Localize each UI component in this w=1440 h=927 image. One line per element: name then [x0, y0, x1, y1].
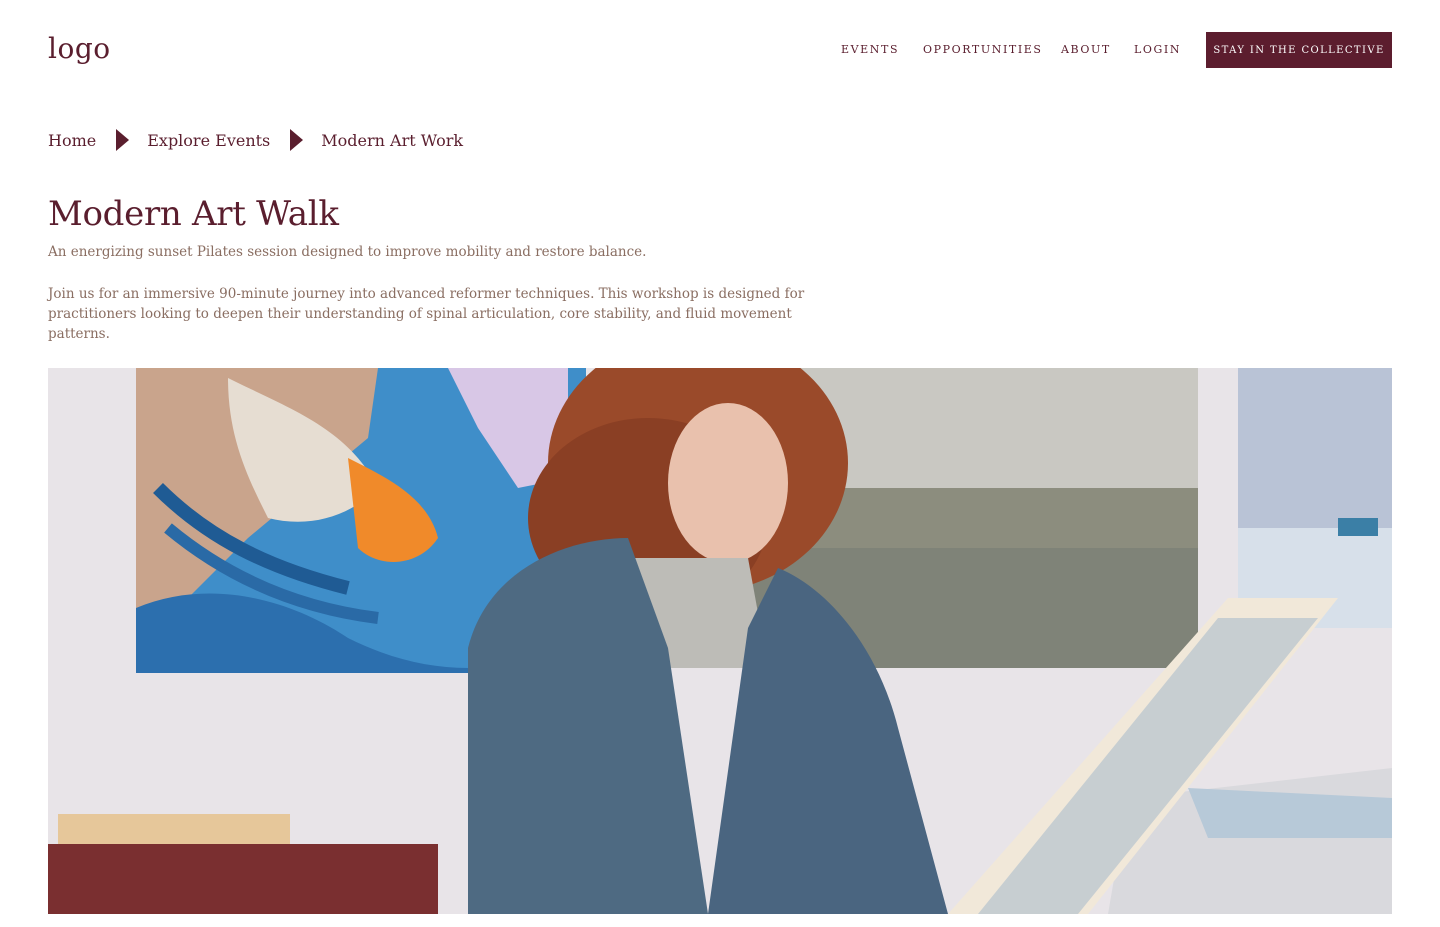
logo[interactable]: logo [48, 32, 111, 65]
nav-about[interactable]: ABOUT [1061, 43, 1111, 56]
event-description: Join us for an immersive 90-minute journ… [48, 286, 805, 342]
breadcrumb-home[interactable]: Home [48, 131, 96, 150]
hero-image [48, 368, 1392, 914]
nav-login[interactable]: LOGIN [1134, 43, 1181, 56]
nav-events[interactable]: EVENTS [841, 43, 899, 56]
site-header: logo EVENTS OPPORTUNITIES ABOUT LOGIN ST… [0, 0, 1440, 100]
breadcrumb-current: Modern Art Work [321, 130, 464, 150]
breadcrumb: Home Explore Events Modern Art Work [48, 128, 463, 152]
event-subtitle: An energizing sunset Pilates session des… [48, 244, 647, 260]
chevron-right-icon [290, 129, 304, 151]
nav-opportunities[interactable]: OPPORTUNITIES [923, 43, 1043, 56]
chevron-right-icon [116, 129, 130, 151]
stay-in-collective-button[interactable]: STAY IN THE COLLECTIVE [1206, 32, 1392, 68]
breadcrumb-explore-events[interactable]: Explore Events [147, 131, 270, 150]
page-title: Modern Art Walk [48, 194, 339, 234]
